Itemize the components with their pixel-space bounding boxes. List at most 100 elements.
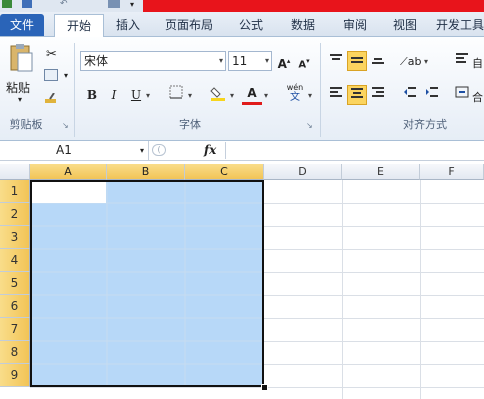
align-right-icon <box>372 87 384 97</box>
chevron-down-icon[interactable]: ▾ <box>219 52 223 70</box>
group-separator <box>320 43 321 137</box>
row-header[interactable]: 9 <box>0 364 30 387</box>
align-center-icon <box>351 88 363 98</box>
fill-color-dropdown-icon[interactable]: ▾ <box>230 91 234 100</box>
tab-view[interactable]: 视图 <box>384 14 426 36</box>
column-header[interactable]: C <box>185 164 264 180</box>
tab-home[interactable]: 开始 <box>54 14 104 39</box>
column-header[interactable]: A <box>30 164 107 180</box>
copy-dropdown-icon[interactable]: ▾ <box>64 71 68 80</box>
column-header[interactable]: E <box>342 164 420 180</box>
ribbon-tabs: 文件 开始 插入 页面布局 公式 数据 审阅 视图 开发工具 <box>0 12 484 39</box>
merge-center-icon[interactable] <box>452 85 472 105</box>
align-middle-button[interactable] <box>347 51 367 71</box>
merge-center-button[interactable]: 合 <box>472 89 483 105</box>
font-name-value: 宋体 <box>84 54 109 68</box>
font-color-dropdown-icon[interactable]: ▾ <box>264 91 268 100</box>
underline-button[interactable]: U <box>126 85 146 105</box>
formula-input[interactable] <box>225 142 484 159</box>
save-icon[interactable] <box>22 0 32 8</box>
orientation-icon: ⟋ab <box>400 55 422 68</box>
paste-icon[interactable] <box>8 43 34 75</box>
formula-bar-expand-icon[interactable]: ( <box>152 144 166 156</box>
align-top-button[interactable] <box>326 51 346 71</box>
insert-function-button[interactable]: fx <box>204 141 216 160</box>
tab-formulas[interactable]: 公式 <box>230 14 272 36</box>
font-launcher-icon[interactable]: ↘ <box>306 121 315 130</box>
align-left-button[interactable] <box>326 85 346 105</box>
align-left-icon <box>330 87 342 97</box>
excel-icon[interactable] <box>2 0 12 8</box>
chevron-down-icon[interactable]: ▾ <box>265 52 269 70</box>
tab-developer[interactable]: 开发工具 <box>436 14 484 36</box>
name-box[interactable]: A1 ▾ <box>0 141 149 160</box>
merge-center-glyph <box>455 86 469 98</box>
row-header[interactable]: 8 <box>0 341 30 364</box>
tab-page-layout[interactable]: 页面布局 <box>158 14 220 36</box>
copy-icon[interactable] <box>44 69 58 81</box>
row-header[interactable]: 2 <box>0 203 30 226</box>
align-bottom-button[interactable] <box>368 51 388 71</box>
underline-dropdown-icon[interactable]: ▾ <box>146 91 150 100</box>
row-header[interactable]: 6 <box>0 295 30 318</box>
orientation-button[interactable]: ⟋ab <box>400 51 422 71</box>
clipboard-group-label: 剪贴板 <box>9 118 43 131</box>
font-size-value: 11 <box>232 54 248 68</box>
tab-insert[interactable]: 插入 <box>106 14 150 36</box>
phonetic-label: wén <box>286 83 304 92</box>
paste-dropdown-icon[interactable]: ▾ <box>18 95 22 104</box>
active-cell[interactable] <box>32 182 106 203</box>
wrap-text-icon[interactable] <box>452 51 472 71</box>
borders-button[interactable] <box>166 85 186 105</box>
tab-data[interactable]: 数据 <box>282 14 324 36</box>
align-center-button[interactable] <box>347 85 367 105</box>
undo-icon[interactable]: ↶ <box>60 0 72 10</box>
select-all-corner[interactable] <box>0 164 30 180</box>
grow-font-icon: A <box>277 57 287 71</box>
increase-indent-button[interactable] <box>422 85 442 105</box>
italic-button[interactable]: I <box>104 85 124 105</box>
row-header[interactable]: 4 <box>0 249 30 272</box>
borders-icon <box>169 85 183 99</box>
fill-handle[interactable] <box>261 384 268 391</box>
wrap-text-button[interactable]: 自 <box>472 55 483 71</box>
column-header[interactable]: F <box>420 164 484 180</box>
cut-icon[interactable]: ✂ <box>46 47 57 62</box>
row-header[interactable]: 5 <box>0 272 30 295</box>
align-right-button[interactable] <box>368 85 388 105</box>
ribbon: 粘贴 ▾ ✂ ▾ 剪贴板 ↘ 宋体 ▾ 11 ▾ A▴ A▾ B I U ▾ ▾… <box>0 37 484 141</box>
selection-gridlines <box>32 182 262 385</box>
bold-button[interactable]: B <box>82 85 102 105</box>
font-color-button[interactable]: A <box>242 83 262 105</box>
shrink-font-icon: A <box>298 59 307 71</box>
row-header[interactable]: 1 <box>0 180 30 203</box>
name-box-dropdown-icon[interactable]: ▾ <box>140 141 144 160</box>
grow-font-button[interactable]: A▴ <box>274 51 294 71</box>
row-header[interactable]: 7 <box>0 318 30 341</box>
borders-dropdown-icon[interactable]: ▾ <box>188 91 192 100</box>
column-header[interactable]: B <box>107 164 185 180</box>
tab-review[interactable]: 审阅 <box>334 14 376 36</box>
phonetic-guide-button[interactable]: wén 文 <box>282 83 308 103</box>
tab-file[interactable]: 文件 <box>0 14 44 36</box>
phonetic-icon: 文 <box>290 92 300 103</box>
font-size-combo[interactable]: 11 ▾ <box>228 51 272 71</box>
format-painter-icon[interactable] <box>44 92 58 103</box>
font-name-combo[interactable]: 宋体 ▾ <box>80 51 226 71</box>
paste-button[interactable]: 粘贴 <box>6 79 30 96</box>
shrink-font-button[interactable]: A▾ <box>294 51 314 71</box>
decrease-indent-button[interactable] <box>400 85 420 105</box>
phonetic-dropdown-icon[interactable]: ▾ <box>308 91 312 100</box>
row-header[interactable]: 3 <box>0 226 30 249</box>
quick-access-icon[interactable] <box>108 0 120 8</box>
group-separator <box>74 43 75 137</box>
name-box-value: A1 <box>56 143 72 157</box>
fill-color-icon <box>210 87 225 101</box>
orientation-dropdown-icon[interactable]: ▾ <box>424 57 428 66</box>
fill-color-button[interactable] <box>208 85 228 105</box>
clipboard-launcher-icon[interactable]: ↘ <box>62 121 71 130</box>
selected-range[interactable] <box>30 180 264 387</box>
quick-access-dropdown-icon[interactable]: ▾ <box>130 0 138 10</box>
title-accent <box>143 0 484 12</box>
column-header[interactable]: D <box>264 164 342 180</box>
